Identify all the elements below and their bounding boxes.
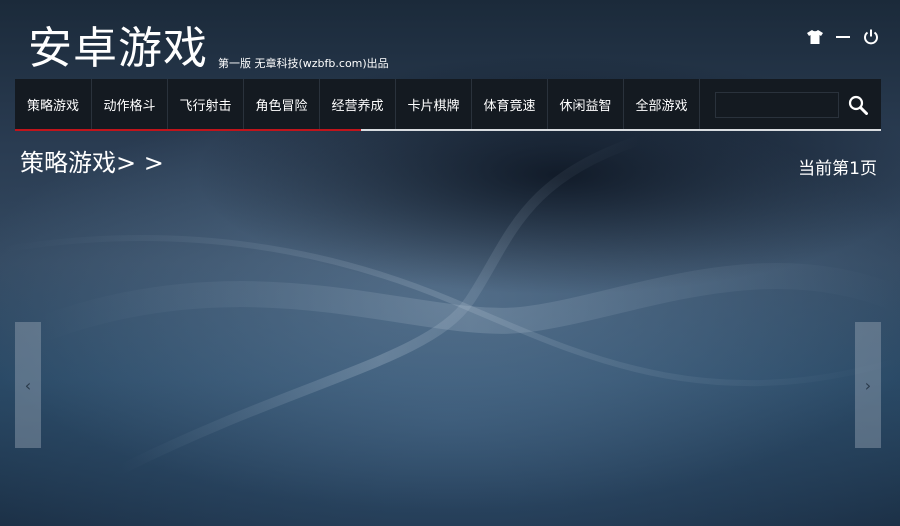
- search-icon: [848, 95, 868, 115]
- page-indicator: 当前第1页: [798, 159, 877, 179]
- search-button[interactable]: [845, 92, 871, 118]
- nav-item-rpg[interactable]: 角色冒险: [244, 79, 320, 129]
- window-controls: [806, 28, 880, 46]
- chevron-right-icon: ›: [864, 375, 872, 395]
- next-page-button[interactable]: ›: [855, 322, 881, 448]
- nav-item-action[interactable]: 动作格斗: [92, 79, 168, 129]
- app-title: 安卓游戏: [28, 23, 208, 74]
- prev-page-button[interactable]: ‹: [15, 322, 41, 448]
- nav-item-puzzle[interactable]: 休闲益智: [548, 79, 624, 129]
- power-icon[interactable]: [862, 28, 880, 46]
- category-nav: 策略游戏 动作格斗 飞行射击 角色冒险 经营养成 卡片棋牌 体育竟速 休闲益智 …: [15, 79, 881, 131]
- search-input[interactable]: [715, 92, 839, 118]
- app-subtitle: 第一版 无章科技(wzbfb.com)出品: [218, 57, 389, 70]
- nav-item-strategy[interactable]: 策略游戏: [15, 79, 92, 129]
- nav-item-card[interactable]: 卡片棋牌: [396, 79, 472, 129]
- section-title: 策略游戏> >: [20, 149, 164, 177]
- nav-item-all[interactable]: 全部游戏: [624, 79, 700, 129]
- minimize-icon[interactable]: [834, 28, 852, 46]
- nav-item-shooting[interactable]: 飞行射击: [168, 79, 244, 129]
- nav-item-simulation[interactable]: 经营养成: [320, 79, 396, 129]
- nav-item-sports[interactable]: 体育竟速: [472, 79, 548, 129]
- shirt-icon[interactable]: [806, 28, 824, 46]
- nav-active-indicator: [15, 129, 361, 131]
- chevron-left-icon: ‹: [24, 375, 32, 395]
